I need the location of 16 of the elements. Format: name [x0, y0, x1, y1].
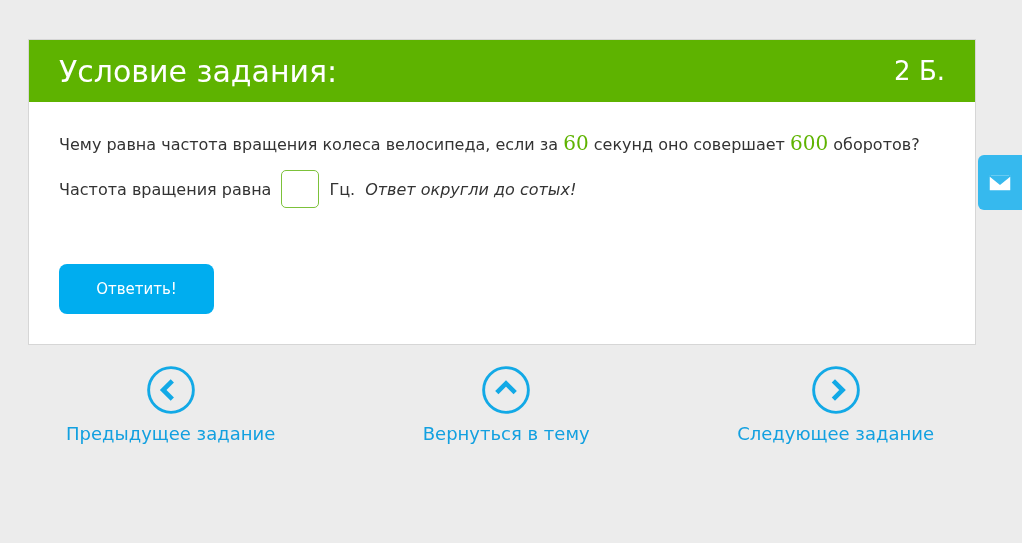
answer-label: Частота вращения равна — [59, 179, 272, 199]
chevron-right-icon[interactable] — [810, 365, 861, 415]
unit-label: Гц. — [329, 179, 356, 199]
nav-link[interactable]: Предыдущее задание — [66, 423, 276, 444]
question-text: Чему равна частота вращения колеса велосипеда, если за 60 секунд оно совершает 600 оборотов? — [59, 132, 921, 156]
points-label: 2 Б. — [894, 56, 945, 86]
mail-tab[interactable] — [978, 155, 1022, 210]
chevron-up-icon[interactable] — [481, 365, 532, 415]
chevron-left-icon[interactable] — [145, 365, 196, 415]
nav-link[interactable]: Следующее задание — [737, 423, 934, 444]
task-title: Условие задания: — [59, 53, 338, 89]
submit-button[interactable]: Ответить! — [59, 264, 214, 314]
envelope-icon — [989, 174, 1011, 191]
answer-hint: Ответ округли до сотых! — [365, 179, 577, 199]
nav-link[interactable]: Вернуться в тему — [422, 423, 590, 444]
answer-field[interactable] — [281, 170, 320, 208]
